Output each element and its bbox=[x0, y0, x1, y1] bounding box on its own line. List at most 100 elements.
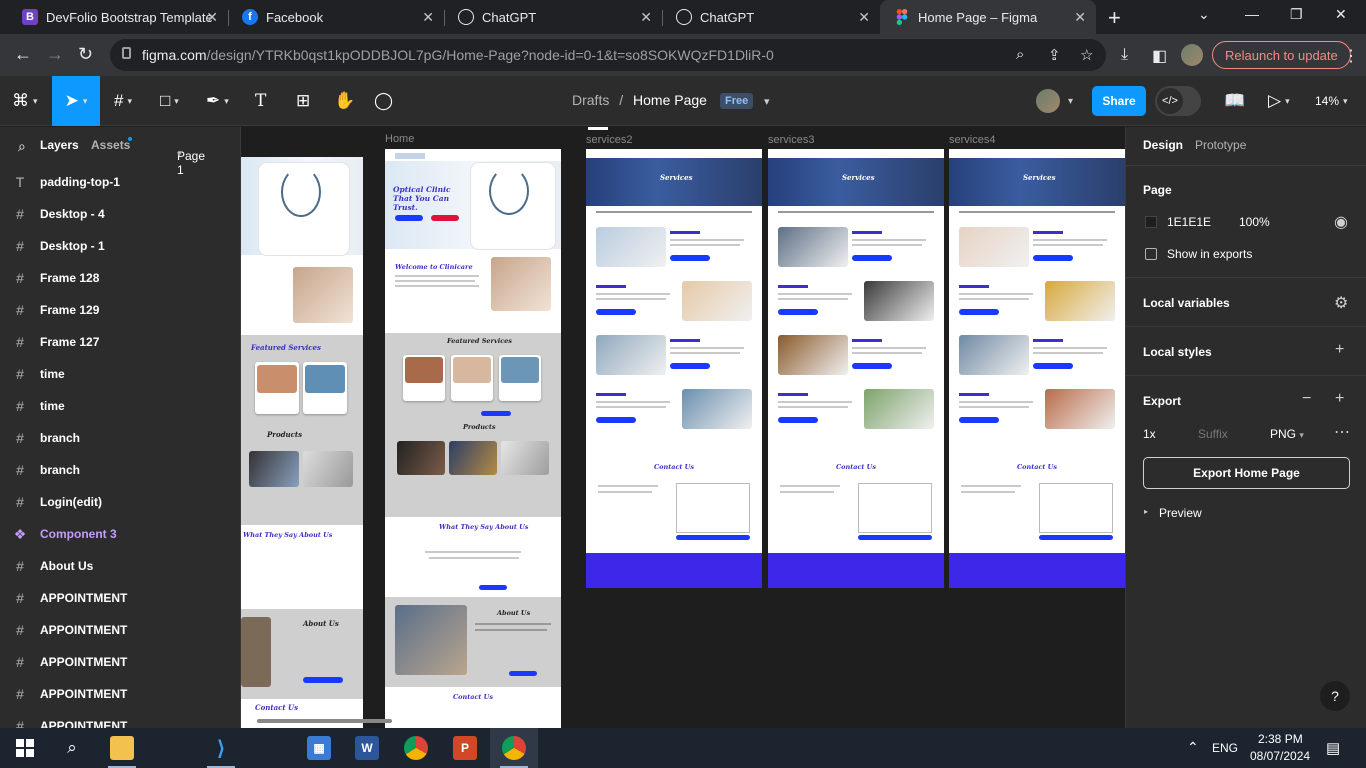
close-window-icon[interactable]: ✕ bbox=[1335, 6, 1347, 23]
browser-menu-icon[interactable]: ⋮ bbox=[1343, 46, 1359, 66]
relaunch-button[interactable]: Relaunch to update bbox=[1212, 41, 1351, 69]
clock-date[interactable]: 08/07/2024 bbox=[1250, 749, 1310, 763]
layer-item[interactable]: ❖ Component 3 bbox=[0, 518, 240, 550]
tab-layers[interactable]: Layers bbox=[40, 138, 79, 152]
layer-item[interactable]: # Frame 127 bbox=[0, 326, 240, 358]
side-panel-icon[interactable]: ◧ bbox=[1152, 46, 1167, 66]
tray-chevron-up-icon[interactable]: ⌃ bbox=[1187, 739, 1199, 756]
layer-item[interactable]: # Desktop - 4 bbox=[0, 198, 240, 230]
back-icon[interactable]: ← bbox=[14, 44, 32, 65]
close-tab-icon[interactable]: ✕ bbox=[640, 9, 652, 26]
export-format-select[interactable]: PNG ▾ bbox=[1270, 427, 1304, 441]
comment-tool-icon[interactable]: ◯ bbox=[374, 76, 393, 126]
new-tab-icon[interactable]: + bbox=[1108, 5, 1121, 31]
close-tab-icon[interactable]: ✕ bbox=[422, 9, 434, 26]
canvas[interactable]: Home services2 services3 services4 Featu… bbox=[241, 127, 1125, 728]
layer-item[interactable]: # Frame 129 bbox=[0, 294, 240, 326]
local-variables-heading[interactable]: Local variables bbox=[1143, 296, 1230, 310]
search-icon[interactable]: ⌕ bbox=[1016, 46, 1024, 63]
browser-tab-devfolio[interactable]: B DevFolio Bootstrap Template ✕ bbox=[8, 0, 228, 34]
address-bar[interactable]: figma.com/design/YTRKb0qst1kpODDBJOL7pG/… bbox=[110, 39, 1106, 71]
resources-tool-icon[interactable]: ⊞ bbox=[296, 76, 310, 126]
tab-design[interactable]: Design bbox=[1143, 138, 1183, 152]
move-tool-icon[interactable]: ➤ ▾ bbox=[52, 76, 100, 126]
frame-services2[interactable]: Services Contact Us bbox=[586, 149, 762, 588]
frame-label-home[interactable]: Home bbox=[385, 133, 414, 145]
library-book-icon[interactable]: 📖 bbox=[1224, 76, 1245, 126]
close-tab-icon[interactable]: ✕ bbox=[1074, 9, 1086, 26]
layer-item[interactable]: # APPOINTMENT bbox=[0, 646, 240, 678]
multiplayer-chevron-icon[interactable]: ▾ bbox=[1068, 76, 1073, 126]
clock-time[interactable]: 2:38 PM bbox=[1258, 732, 1303, 746]
show-in-exports-checkbox[interactable] bbox=[1145, 248, 1157, 260]
export-button[interactable]: Export Home Page bbox=[1143, 457, 1350, 489]
search-icon[interactable]: ⌕ bbox=[18, 138, 26, 155]
layer-item[interactable]: # APPOINTMENT bbox=[0, 710, 240, 728]
language-indicator[interactable]: ENG bbox=[1212, 741, 1238, 755]
powerpoint-icon[interactable]: P bbox=[453, 736, 477, 760]
frame-desktop-partial[interactable]: Featured Services Products What They Say… bbox=[241, 157, 363, 728]
frame-home[interactable]: Optical Clinic That You Can Trust. Welco… bbox=[385, 149, 561, 728]
more-options-icon[interactable]: ⋯ bbox=[1334, 422, 1350, 442]
user-avatar[interactable] bbox=[1036, 89, 1060, 113]
triangle-right-icon[interactable]: ▸ bbox=[1144, 507, 1148, 516]
tab-assets[interactable]: Assets bbox=[91, 138, 130, 152]
frame-label-services2[interactable]: services2 bbox=[586, 134, 632, 146]
file-menu-chevron-icon[interactable]: ▾ bbox=[764, 76, 770, 126]
word-icon[interactable]: W bbox=[355, 736, 379, 760]
present-play-icon[interactable]: ▷ ▾ bbox=[1268, 76, 1290, 126]
dev-mode-toggle[interactable]: </> bbox=[1155, 86, 1201, 116]
file-explorer-icon[interactable] bbox=[110, 736, 134, 760]
share-page-icon[interactable]: ⇪ bbox=[1048, 46, 1061, 64]
layer-item[interactable]: # Desktop - 1 bbox=[0, 230, 240, 262]
reload-icon[interactable]: ↻ bbox=[78, 44, 93, 65]
layer-item[interactable]: # branch bbox=[0, 422, 240, 454]
add-style-plus-icon[interactable]: + bbox=[1335, 341, 1344, 359]
share-button[interactable]: Share bbox=[1092, 86, 1146, 116]
layer-item[interactable]: # branch bbox=[0, 454, 240, 486]
pen-tool-icon[interactable]: ✒ ▾ bbox=[206, 76, 229, 126]
search-icon[interactable]: ⌕ bbox=[60, 736, 84, 760]
browser-tab-figma[interactable]: Home Page – Figma ✕ bbox=[880, 0, 1096, 34]
notification-icon[interactable]: ▤ bbox=[1326, 739, 1340, 757]
browser-tab-chatgpt-1[interactable]: ChatGPT ✕ bbox=[444, 0, 662, 34]
layer-item[interactable]: # APPOINTMENT bbox=[0, 614, 240, 646]
export-scale[interactable]: 1x bbox=[1143, 427, 1156, 441]
file-name[interactable]: Home Page bbox=[633, 92, 707, 108]
maximize-icon[interactable]: ❐ bbox=[1290, 6, 1303, 23]
layer-item[interactable]: # APPOINTMENT bbox=[0, 582, 240, 614]
add-export-plus-icon[interactable]: + bbox=[1335, 390, 1344, 408]
browser-tab-facebook[interactable]: f Facebook ✕ bbox=[228, 0, 444, 34]
page-color-swatch[interactable] bbox=[1145, 216, 1157, 228]
tab-prototype[interactable]: Prototype bbox=[1195, 138, 1246, 152]
horizontal-scrollbar[interactable] bbox=[257, 719, 392, 723]
page-color-hex[interactable]: 1E1E1E bbox=[1167, 215, 1211, 229]
bookmark-star-icon[interactable]: ☆ bbox=[1080, 46, 1093, 64]
zoom-menu[interactable]: 14% ▾ bbox=[1315, 76, 1348, 126]
layer-item[interactable]: Tpadding-top-1 bbox=[0, 166, 240, 198]
frame-services4[interactable]: Services Contact Us bbox=[949, 149, 1125, 588]
layer-item[interactable]: # APPOINTMENT bbox=[0, 678, 240, 710]
chrome-icon[interactable] bbox=[404, 736, 428, 760]
hand-tool-icon[interactable]: ✋ bbox=[334, 76, 355, 126]
layer-item[interactable]: # time bbox=[0, 390, 240, 422]
breadcrumb-drafts[interactable]: Drafts bbox=[572, 92, 609, 108]
browser-tab-chatgpt-2[interactable]: ChatGPT ✕ bbox=[662, 0, 880, 34]
frame-tool-icon[interactable]: # ▾ bbox=[114, 76, 132, 126]
minimize-icon[interactable]: — bbox=[1245, 6, 1259, 22]
chrome-active-icon[interactable] bbox=[502, 736, 526, 760]
eye-icon[interactable]: ◉ bbox=[1334, 212, 1348, 232]
layer-item[interactable]: # Frame 128 bbox=[0, 262, 240, 294]
help-button[interactable]: ? bbox=[1320, 681, 1350, 711]
url-text[interactable]: figma.com/design/YTRKb0qst1kpODDBJOL7pG/… bbox=[142, 47, 774, 63]
forward-icon[interactable]: → bbox=[46, 44, 64, 65]
layer-item[interactable]: # About Us bbox=[0, 550, 240, 582]
control-panel-icon[interactable]: ▦ bbox=[307, 736, 331, 760]
preview-label[interactable]: Preview bbox=[1159, 506, 1202, 520]
rectangle-tool-icon[interactable]: □ ▾ bbox=[160, 76, 179, 126]
download-icon[interactable]: ⤓ bbox=[1121, 46, 1128, 64]
remove-export-minus-icon[interactable]: − bbox=[1302, 390, 1311, 408]
export-suffix-input[interactable]: Suffix bbox=[1198, 427, 1228, 441]
frame-services3[interactable]: Services Contact Us bbox=[768, 149, 944, 588]
windows-start-icon[interactable] bbox=[13, 736, 37, 760]
